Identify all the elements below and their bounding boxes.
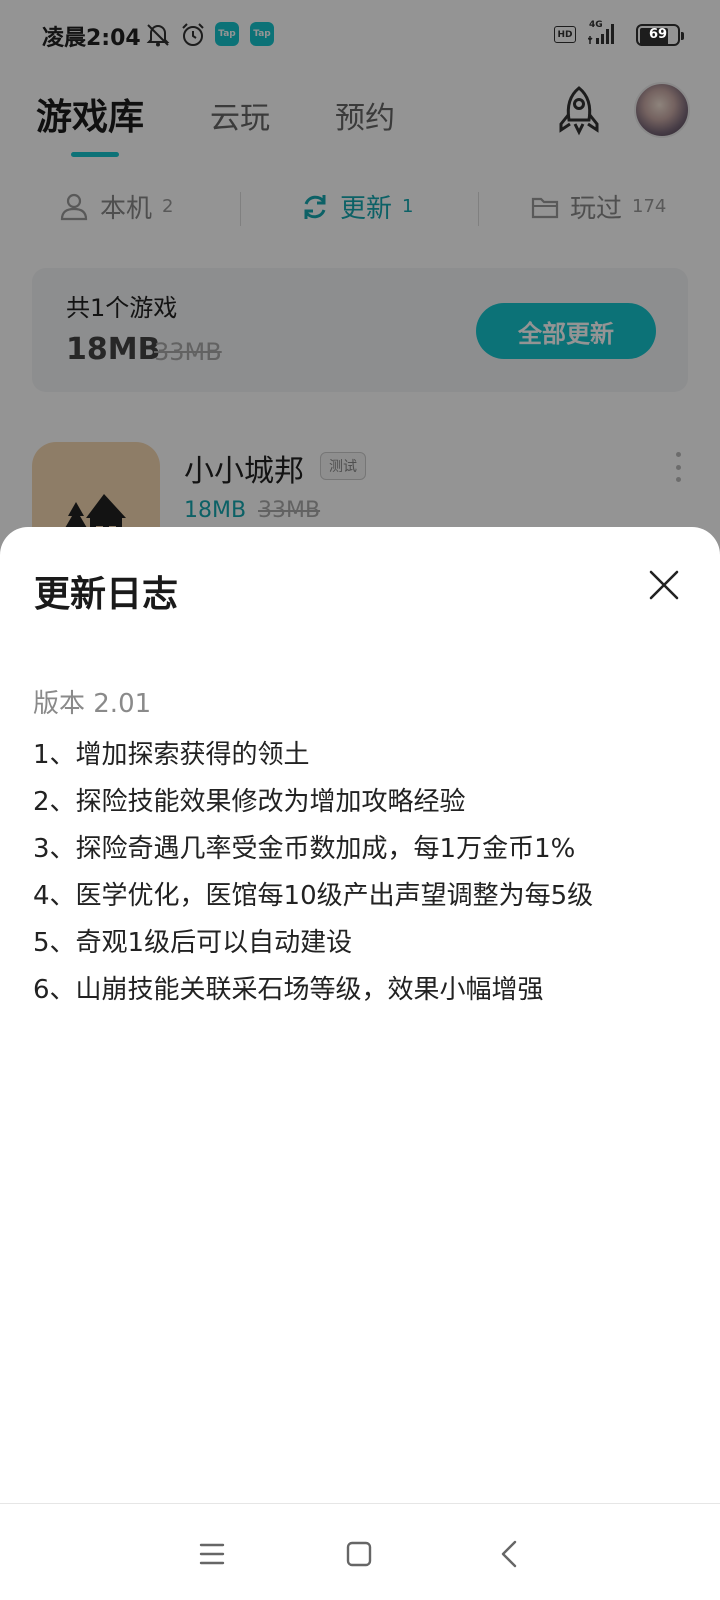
list-item: 1、增加探索获得的领土 <box>33 740 310 770</box>
list-item: 2、探险技能效果修改为增加攻略经验 <box>33 787 466 817</box>
list-item: 6、山崩技能关联采石场等级，效果小幅增强 <box>33 975 544 1005</box>
list-item: 3、探险奇遇几率受金币数加成，每1万金币1% <box>33 834 576 864</box>
list-item: 4、医学优化，医馆每10级产出声望调整为每5级 <box>33 881 594 911</box>
version-label: 版本 2.01 <box>33 689 152 719</box>
home-icon[interactable] <box>339 1534 379 1574</box>
changelog-list: 1、增加探索获得的领土 2、探险技能效果修改为增加攻略经验 3、探险奇遇几率受金… <box>33 732 693 1014</box>
changelog-sheet: 更新日志 版本 2.01 1、增加探索获得的领土 2、探险技能效果修改为增加攻略… <box>0 527 720 1600</box>
battery-level: 69 <box>648 27 668 42</box>
menu-icon[interactable] <box>192 1534 232 1574</box>
system-nav-bar <box>0 1503 720 1600</box>
back-icon[interactable] <box>490 1534 530 1574</box>
sheet-title: 更新日志 <box>34 574 179 615</box>
close-icon[interactable] <box>646 567 682 603</box>
list-item: 5、奇观1级后可以自动建设 <box>33 928 353 958</box>
